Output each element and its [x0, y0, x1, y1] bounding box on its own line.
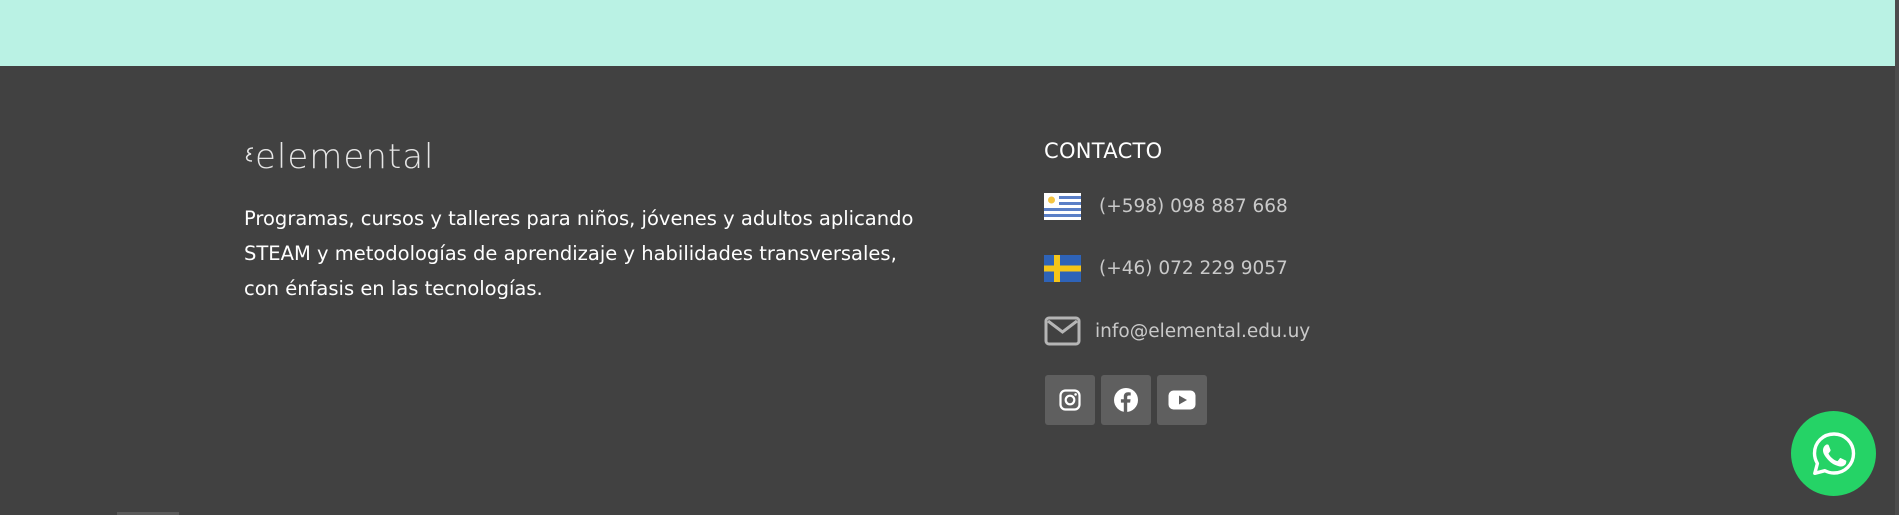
logo-mark-icon [245, 147, 254, 162]
whatsapp-icon [1812, 431, 1855, 475]
facebook-button[interactable] [1101, 375, 1151, 425]
social-links [1045, 375, 1207, 425]
instagram-icon [1059, 389, 1081, 411]
about-description: Programas, cursos y talleres para niños,… [244, 207, 914, 300]
logo-text: elemental [255, 137, 435, 177]
scrollbar[interactable] [1895, 0, 1899, 515]
top-band [0, 0, 1899, 66]
youtube-button[interactable] [1157, 375, 1207, 425]
phone-sweden[interactable]: (+46) 072 229 9057 [1044, 255, 1288, 282]
phone-uruguay[interactable]: (+598) 098 887 668 [1044, 193, 1288, 220]
sweden-flag-icon [1044, 255, 1081, 282]
youtube-icon [1168, 390, 1196, 410]
uruguay-flag-icon [1044, 193, 1081, 220]
email-link[interactable]: info@elemental.edu.uy [1044, 316, 1310, 346]
contact-heading: CONTACTO [1044, 139, 1163, 163]
email-text: info@elemental.edu.uy [1095, 320, 1311, 342]
phone-uruguay-text: (+598) 098 887 668 [1099, 196, 1288, 217]
page: elemental Programas, cursos y talleres p… [0, 0, 1899, 515]
envelope-icon [1044, 316, 1081, 346]
phone-sweden-text: (+46) 072 229 9057 [1099, 258, 1288, 279]
whatsapp-button[interactable] [1791, 411, 1876, 496]
facebook-icon [1114, 388, 1138, 412]
elemental-logo[interactable]: elemental [243, 140, 434, 174]
instagram-button[interactable] [1045, 375, 1095, 425]
